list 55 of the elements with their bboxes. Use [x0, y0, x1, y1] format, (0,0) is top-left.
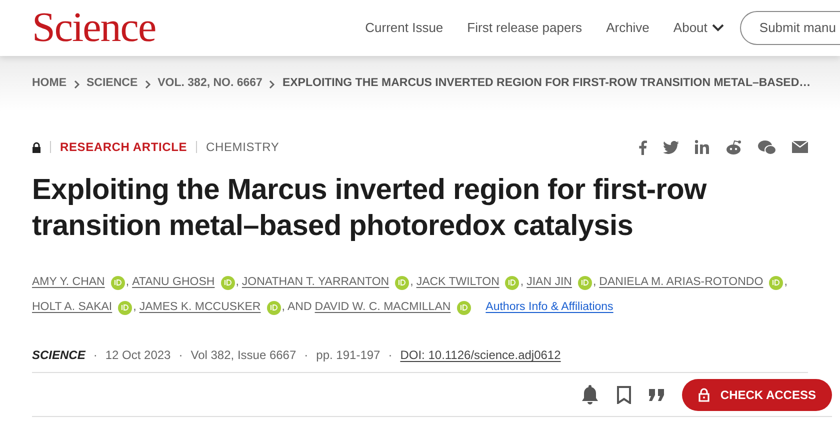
article-title: Exploiting the Marcus inverted region for first-row transition metal–based photoredox catalysis	[32, 173, 708, 244]
chat-bubbles-icon[interactable]	[758, 140, 776, 154]
author-separator: , AND	[282, 300, 312, 315]
author-link[interactable]: JONATHAN T. YARRANTON	[242, 270, 390, 295]
affiliations-link[interactable]: Authors Info & Affiliations	[486, 295, 614, 320]
journal-name: SCIENCE	[32, 347, 86, 364]
bell-icon[interactable]	[581, 384, 600, 404]
author-link[interactable]: ATANU GHOSH	[132, 270, 215, 295]
author-link[interactable]: JIAN JIN	[526, 270, 572, 295]
author-separator: ,	[592, 275, 596, 290]
meta-text: 12 Oct 2023	[105, 347, 171, 364]
separator-dot: ·	[388, 347, 392, 364]
nav-link[interactable]: Current Issue	[365, 18, 444, 38]
breadcrumb-link[interactable]: EXPLOITING THE MARCUS INVERTED REGION FOR FIRST-ROW TRANSITION METAL–BASED…	[282, 75, 811, 93]
author-separator: ,	[520, 275, 524, 290]
separator-dot: ·	[178, 347, 183, 364]
alien-head-icon[interactable]	[725, 140, 742, 154]
author-separator: ,	[410, 275, 414, 290]
author-separator: ,	[784, 275, 788, 290]
bookmark-icon[interactable]	[617, 386, 632, 404]
breadcrumb-link[interactable]: VOL. 382, NO. 6667	[158, 75, 262, 93]
check-access-button[interactable]: CHECK ACCESS	[682, 378, 832, 410]
separator-dot: ·	[304, 347, 308, 364]
author-link[interactable]: JACK TWILTON	[416, 270, 500, 295]
author-separator: ,	[126, 275, 130, 290]
section-link[interactable]: CHEMISTRY	[206, 138, 280, 156]
chevron-right-icon	[269, 80, 276, 88]
author-link[interactable]: DANIELA M. ARIAS-ROTONDO	[599, 270, 764, 295]
author-link[interactable]: HOLT A. SAKAI	[32, 295, 112, 320]
linkedin-icon[interactable]	[695, 140, 709, 154]
chevron-right-icon	[74, 80, 80, 88]
author-link[interactable]: JAMES K. MCCUSKER	[139, 295, 261, 320]
separator-dot: ·	[93, 347, 98, 364]
doi-link[interactable]: DOI: 10.1126/science.adj0612	[400, 346, 561, 364]
nav-link[interactable]: About	[673, 18, 724, 38]
author-link[interactable]: AMY Y. CHAN	[32, 270, 105, 295]
author-separator: ,	[236, 275, 239, 290]
breadcrumb-link[interactable]: SCIENCE	[86, 75, 138, 93]
submit-button[interactable]: Submit manu	[740, 11, 840, 45]
article-type-link[interactable]: RESEARCH ARTICLE	[60, 138, 188, 156]
chevron-right-icon	[144, 80, 151, 88]
meta-text: pp. 191-197	[316, 347, 380, 364]
breadcrumb-link[interactable]: HOME	[32, 75, 66, 93]
envelope-icon[interactable]	[792, 141, 808, 153]
meta-text: Vol 382, Issue 6667	[190, 347, 296, 364]
twitter-icon[interactable]	[663, 140, 679, 154]
lock-icon	[698, 388, 710, 402]
chevron-down-icon[interactable]	[712, 24, 724, 32]
nav-link[interactable]: Archive	[606, 18, 650, 38]
facebook-icon[interactable]	[638, 140, 647, 154]
quote-icon[interactable]	[649, 388, 664, 400]
logo[interactable]: Science	[32, 7, 156, 49]
author-link[interactable]: DAVID W. C. MACMILLAN	[314, 295, 451, 320]
nav-link[interactable]: First release papers	[467, 18, 582, 38]
author-separator: ,	[133, 300, 136, 315]
